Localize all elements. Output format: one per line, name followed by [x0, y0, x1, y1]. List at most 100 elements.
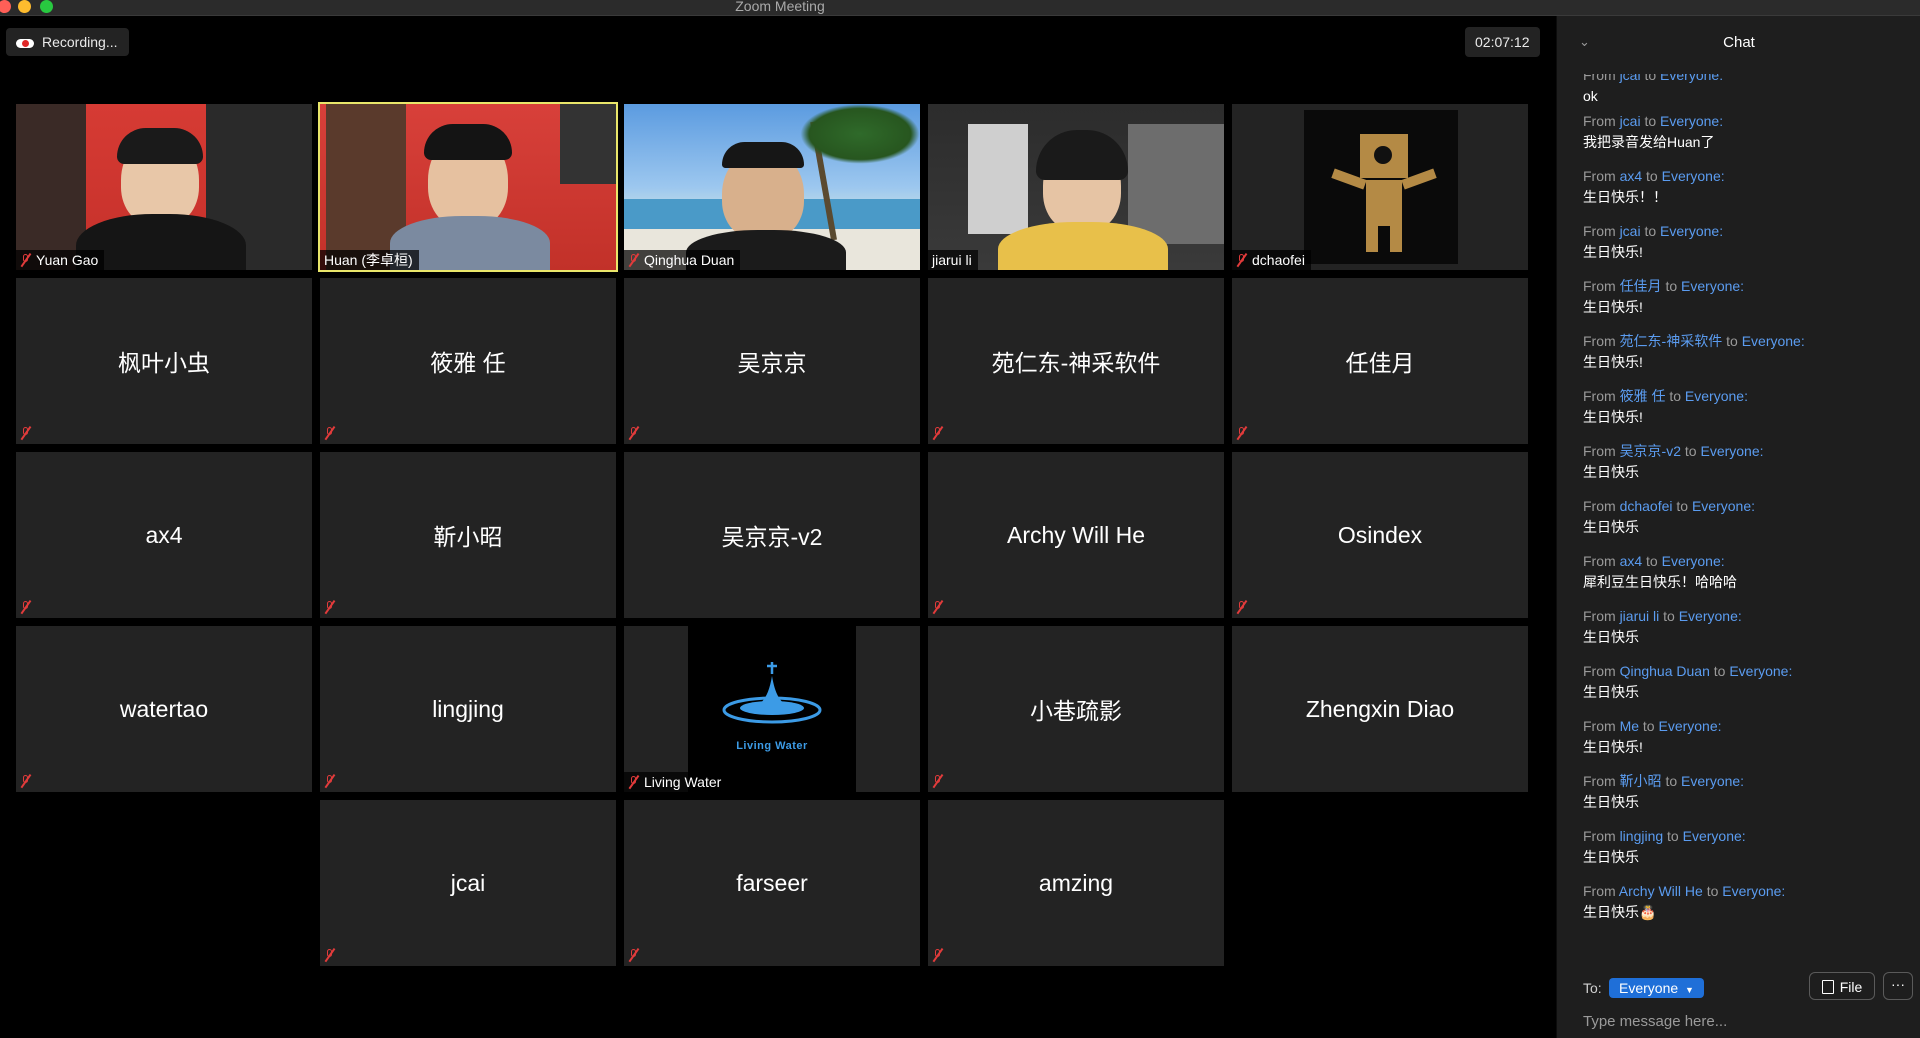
chat-message-header: From Archy Will He to Everyone: — [1583, 882, 1913, 900]
mic-muted-icon — [324, 426, 335, 440]
participant-name-tag: jiarui li — [928, 250, 978, 270]
participant-tile-active-speaker[interactable]: Huan (李卓桓) — [318, 102, 618, 272]
recipient-name: Everyone: — [1678, 608, 1742, 624]
from-label: From — [1583, 718, 1616, 734]
participant-name-tag: Living Water — [624, 772, 728, 792]
mic-muted-icon — [20, 426, 31, 440]
sender-name[interactable]: 苑仁东-神采软件 — [1620, 333, 1723, 349]
participant-tile[interactable]: farseer — [624, 800, 920, 966]
recipient-dropdown[interactable]: Everyone ▼ — [1609, 978, 1704, 998]
participant-name: Archy Will He — [1006, 521, 1145, 548]
meeting-timer: 02:07:12 — [1465, 27, 1540, 57]
recipient-name: Everyone: — [1700, 443, 1764, 459]
to-word: to — [1706, 883, 1719, 899]
mic-muted-icon — [932, 426, 943, 440]
chat-message: From dchaofei to Everyone: 生日快乐 — [1583, 497, 1913, 552]
participant-tile[interactable]: dchaofei — [1232, 104, 1528, 270]
participant-name-tag: Qinghua Duan — [624, 250, 741, 270]
participant-name: 靳小昭 — [433, 524, 503, 550]
mic-muted-icon — [324, 774, 335, 788]
recipient-name: Everyone: — [1722, 883, 1786, 899]
sender-name[interactable]: 吴京京-v2 — [1620, 443, 1681, 459]
participant-name-tag: Huan (李卓桓) — [320, 250, 419, 270]
participant-name-tag: Yuan Gao — [16, 250, 105, 270]
sender-name[interactable]: ax4 — [1620, 553, 1643, 569]
sender-name[interactable]: Archy Will He — [1619, 883, 1703, 899]
chat-message-header: From jcai to Everyone: — [1583, 222, 1913, 240]
sender-name[interactable]: Qinghua Duan — [1620, 663, 1710, 679]
participant-tile[interactable]: Osindex — [1232, 452, 1528, 618]
chat-message-header: From jcai to Everyone: — [1583, 74, 1913, 84]
to-word: to — [1726, 333, 1738, 349]
recording-indicator[interactable]: Recording... — [6, 28, 130, 56]
mic-muted-icon — [20, 774, 31, 788]
more-options-button[interactable]: ··· — [1883, 972, 1913, 1000]
chat-message: From Me to Everyone: 生日快乐! — [1583, 717, 1913, 772]
chat-message-text: 犀利豆生日快乐！哈哈哈 — [1583, 574, 1737, 590]
chat-message-header: From Me to Everyone: — [1583, 717, 1913, 735]
participant-tile[interactable]: 枫叶小虫 — [16, 278, 312, 444]
chat-message-list[interactable]: From jcai to Everyone: ok From jcai to Eve… — [1583, 74, 1913, 954]
video-gallery: Recording... 02:07:12 Yuan Gao Huan (李卓桓… — [0, 16, 1556, 1038]
chat-message: From 筱雅 任 to Everyone: 生日快乐! — [1583, 387, 1913, 442]
participant-video — [320, 104, 616, 270]
sender-name[interactable]: jcai — [1620, 223, 1641, 239]
participant-tile[interactable]: watertao — [16, 626, 312, 792]
sender-name[interactable]: lingjing — [1620, 828, 1664, 844]
participant-tile[interactable]: 靳小昭 — [320, 452, 616, 618]
sender-name[interactable]: jcai — [1620, 74, 1641, 83]
sender-name[interactable]: ax4 — [1620, 168, 1643, 184]
participant-name: Yuan Gao — [36, 252, 99, 268]
from-label: From — [1583, 168, 1616, 184]
mic-muted-icon — [932, 600, 943, 614]
sender-name[interactable]: jcai — [1620, 113, 1641, 129]
participant-name: jiarui li — [932, 252, 972, 268]
participant-tile[interactable]: amzing — [928, 800, 1224, 966]
participant-tile[interactable]: Archy Will He — [928, 452, 1224, 618]
chat-message-header: From ax4 to Everyone: — [1583, 552, 1913, 570]
participant-name: 吴京京-v2 — [721, 524, 823, 550]
participant-tile[interactable]: Qinghua Duan — [624, 104, 920, 270]
participant-tile[interactable]: Yuan Gao — [16, 104, 312, 270]
mic-muted-icon — [1236, 426, 1247, 440]
recipient-name: Everyone: — [1681, 773, 1745, 789]
chat-message-text: 生日快乐! — [1583, 354, 1643, 370]
participant-tile[interactable]: lingjing — [320, 626, 616, 792]
sender-name[interactable]: jiarui li — [1620, 608, 1660, 624]
participant-name: 筱雅 任 — [430, 350, 506, 376]
sender-name[interactable]: dchaofei — [1620, 498, 1673, 514]
recipient-name: Everyone: — [1691, 498, 1756, 514]
participant-name: Huan (李卓桓) — [324, 252, 413, 268]
sender-name[interactable]: Me — [1620, 718, 1639, 734]
participant-tile[interactable]: jcai — [320, 800, 616, 966]
participant-tile[interactable]: 吴京京-v2 — [624, 452, 920, 618]
chat-message-text: 生日快乐 — [1583, 849, 1639, 865]
participant-name: Zhengxin Diao — [1305, 695, 1455, 722]
participant-tile[interactable]: 苑仁东-神采软件 — [928, 278, 1224, 444]
participant-name: Qinghua Duan — [644, 252, 735, 268]
participant-tile[interactable]: jiarui li — [928, 104, 1224, 270]
sender-name[interactable]: 靳小昭 — [1620, 773, 1662, 789]
mic-muted-icon — [324, 600, 335, 614]
to-word: to — [1646, 168, 1658, 184]
window-titlebar: Zoom Meeting — [0, 0, 1920, 16]
from-label: From — [1583, 74, 1616, 83]
message-input[interactable] — [1583, 1010, 1883, 1032]
participant-tile[interactable]: 小巷疏影 — [928, 626, 1224, 792]
participant-tile[interactable]: ax4 — [16, 452, 312, 618]
participant-tile[interactable]: 筱雅 任 — [320, 278, 616, 444]
file-button[interactable]: File — [1809, 972, 1875, 1000]
participant-tile[interactable]: Living Water Living Water — [624, 626, 920, 792]
chat-message: From ax4 to Everyone: 生日快乐！！ — [1583, 167, 1913, 222]
sender-name[interactable]: 任佳月 — [1620, 278, 1662, 294]
mic-muted-icon — [628, 948, 639, 962]
participant-tile[interactable]: Zhengxin Diao — [1232, 626, 1528, 792]
from-label: From — [1583, 443, 1616, 459]
sender-name[interactable]: 筱雅 任 — [1620, 388, 1666, 404]
recipient-name: Everyone: — [1684, 388, 1748, 404]
participant-tile[interactable]: 任佳月 — [1232, 278, 1528, 444]
to-word: to — [1667, 828, 1679, 844]
chat-message-text: 生日快乐! — [1583, 244, 1643, 260]
participant-name: 枫叶小虫 — [118, 350, 210, 376]
participant-tile[interactable]: 吴京京 — [624, 278, 920, 444]
